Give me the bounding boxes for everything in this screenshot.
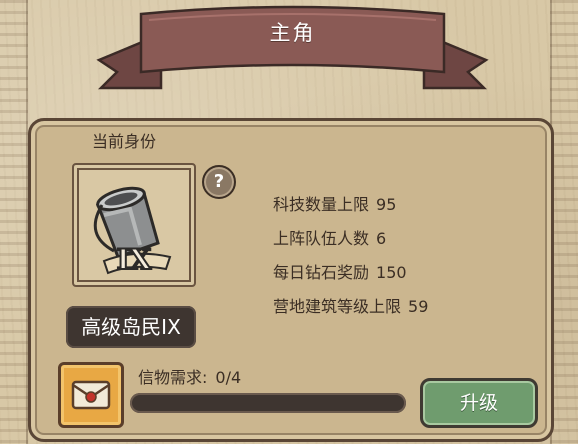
stat-value: 95 (376, 195, 397, 214)
token-slot[interactable] (58, 362, 124, 428)
section-label: 当前身份 (92, 132, 157, 151)
stat-value: 6 (376, 229, 387, 248)
requirement-progress-bar (130, 393, 406, 413)
upgrade-button[interactable]: 升级 (420, 378, 538, 428)
page-title: 主角 (269, 21, 316, 45)
stat-value: 150 (376, 263, 407, 282)
left-frame-edge (0, 0, 28, 444)
question-mark-icon: ? (213, 171, 225, 192)
stats-list: 科技数量上限 95 上阵队伍人数 6 每日钻石奖励 150 营地建筑等级上限 5… (273, 193, 428, 329)
stat-label: 每日钻石奖励 (273, 263, 370, 282)
stat-value: 59 (408, 297, 429, 316)
stat-row-building-level-limit: 营地建筑等级上限 59 (273, 295, 428, 318)
rank-name: 高级岛民IX (66, 306, 196, 348)
envelope-icon (71, 380, 111, 410)
requirement-value: 0/4 (215, 368, 242, 387)
title-banner: 主角 (95, 0, 490, 95)
stat-row-tech-limit: 科技数量上限 95 (273, 193, 428, 216)
help-button[interactable]: ? (202, 165, 236, 199)
stat-label: 上阵队伍人数 (273, 229, 370, 248)
stat-row-daily-diamonds: 每日钻石奖励 150 (273, 261, 428, 284)
stat-label: 营地建筑等级上限 (273, 297, 402, 316)
stat-label: 科技数量上限 (273, 195, 370, 214)
requirement-label: 信物需求: (138, 368, 208, 387)
stat-row-team-size: 上阵队伍人数 6 (273, 227, 428, 250)
requirement-text: 信物需求: 0/4 (138, 364, 241, 388)
right-frame-edge (550, 0, 578, 444)
identity-portrait[interactable]: IX (72, 163, 196, 287)
portrait-numeral: IX (116, 242, 153, 277)
